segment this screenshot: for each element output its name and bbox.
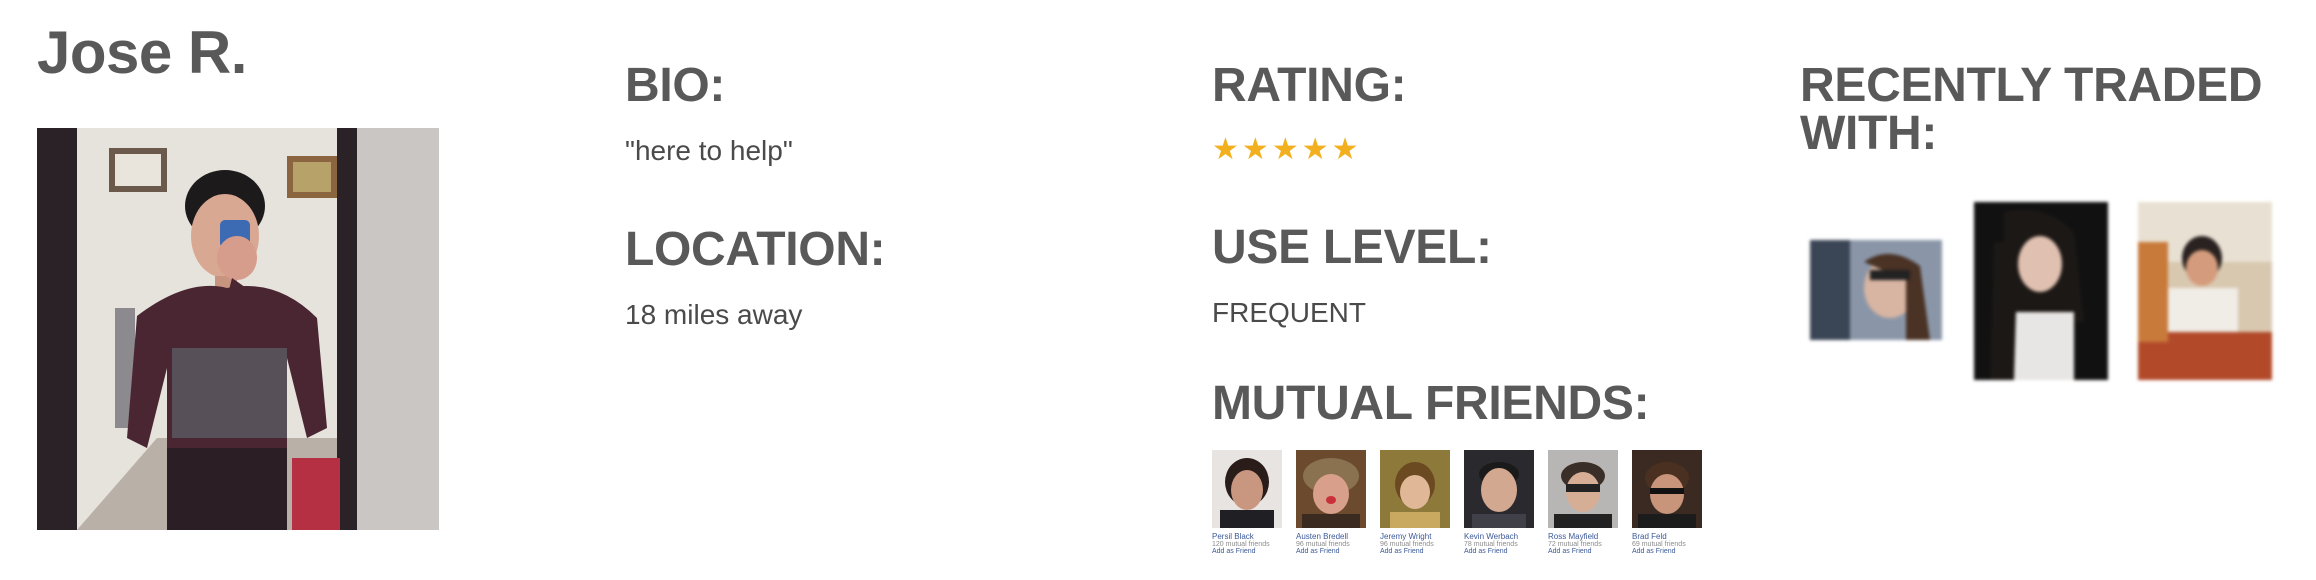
traded-user-avatar[interactable] [1810, 240, 1942, 340]
recently-traded-list [1800, 200, 2300, 400]
rating-heading: RATING: [1212, 59, 1407, 112]
star-icon: ★ [1271, 133, 1299, 166]
friend-mutual-count: 120 mutual friends [1212, 541, 1270, 548]
friend-name[interactable]: Brad Feld [1632, 532, 1702, 541]
traded-user-avatar[interactable] [1974, 202, 2108, 380]
add-friend-link[interactable]: Add as Friend [1632, 548, 1702, 555]
add-friend-link[interactable]: Add as Friend [1380, 548, 1450, 555]
friend-avatar[interactable] [1212, 450, 1282, 528]
add-friend-link[interactable]: Add as Friend [1548, 548, 1618, 555]
friend-mutual-count: 96 mutual friends [1296, 541, 1350, 548]
friend-avatar[interactable] [1548, 450, 1618, 528]
rating-column: RATING: ★ ★ ★ ★ ★ USE LEVEL: FREQUENT MU… [1212, 62, 1772, 555]
use-level-heading: USE LEVEL: [1212, 221, 1492, 274]
add-friend-link[interactable]: Add as Friend [1212, 548, 1282, 555]
star-icon: ★ [1212, 133, 1239, 166]
bio-location-column: BIO: "here to help" LOCATION: 18 miles a… [625, 62, 1185, 332]
location-heading: LOCATION: [625, 223, 886, 276]
friend-avatar[interactable] [1632, 450, 1702, 528]
friend-name[interactable]: Persil Black [1212, 532, 1282, 541]
friend-card[interactable]: Jeremy Wright 96 mutual friends Add as F… [1380, 450, 1450, 555]
friend-card[interactable]: Kevin Werbach 78 mutual friends Add as F… [1464, 450, 1534, 555]
profile-name: Jose R. [37, 19, 247, 86]
bio-text: "here to help" [625, 135, 793, 166]
friend-card[interactable]: Austen Bredell 96 mutual friends Add as … [1296, 450, 1366, 555]
friend-card[interactable]: Persil Black 120 mutual friends Add as F… [1212, 450, 1282, 555]
star-icon: ★ [1241, 133, 1269, 166]
profile-photo[interactable] [37, 128, 439, 530]
traded-user-avatar[interactable] [2138, 202, 2272, 380]
friend-name[interactable]: Austen Bredell [1296, 532, 1366, 541]
friend-card[interactable]: Ross Mayfield 72 mutual friends Add as F… [1548, 450, 1618, 555]
star-rating: ★ ★ ★ ★ ★ [1212, 134, 1772, 166]
bio-heading: BIO: [625, 59, 726, 112]
use-level-text: FREQUENT [1212, 297, 1366, 328]
friend-mutual-count: 69 mutual friends [1632, 541, 1686, 548]
friend-avatar[interactable] [1464, 450, 1534, 528]
add-friend-link[interactable]: Add as Friend [1296, 548, 1366, 555]
friend-mutual-count: 72 mutual friends [1548, 541, 1602, 548]
recently-traded-heading: RECENTLY TRADED WITH: [1800, 59, 2263, 160]
add-friend-link[interactable]: Add as Friend [1464, 548, 1534, 555]
friend-name[interactable]: Ross Mayfield [1548, 532, 1618, 541]
friend-mutual-count: 78 mutual friends [1464, 541, 1518, 548]
friend-card[interactable]: Brad Feld 69 mutual friends Add as Frien… [1632, 450, 1702, 555]
mutual-friends-list: Persil Black 120 mutual friends Add as F… [1212, 450, 1772, 555]
friend-name[interactable]: Kevin Werbach [1464, 532, 1534, 541]
friend-avatar[interactable] [1380, 450, 1450, 528]
star-icon: ★ [1301, 133, 1329, 166]
recently-traded-column: RECENTLY TRADED WITH: [1800, 62, 2300, 158]
star-icon: ★ [1331, 133, 1359, 166]
profile-photo-image [37, 128, 439, 530]
friend-mutual-count: 96 mutual friends [1380, 541, 1434, 548]
friend-name[interactable]: Jeremy Wright [1380, 532, 1450, 541]
friend-avatar[interactable] [1296, 450, 1366, 528]
location-text: 18 miles away [625, 299, 803, 330]
mutual-friends-heading: MUTUAL FRIENDS: [1212, 377, 1650, 430]
